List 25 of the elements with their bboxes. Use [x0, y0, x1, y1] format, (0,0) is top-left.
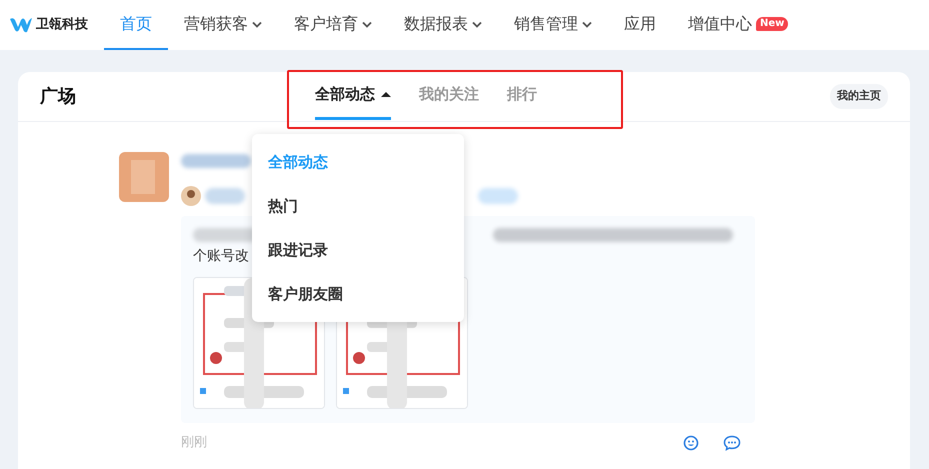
brand-name: 卫瓴科技: [36, 16, 88, 34]
user-avatar: [181, 186, 201, 206]
new-badge: New: [756, 17, 788, 31]
user-avatar: [119, 152, 169, 202]
nav-tab[interactable]: 数据报表: [388, 0, 498, 50]
post-text: 个账号改: [193, 247, 249, 266]
logo-icon: [10, 17, 32, 33]
nav-tab[interactable]: 营销获客: [168, 0, 278, 50]
nav-tab[interactable]: 增值中心 New: [672, 0, 804, 50]
nav-tab[interactable]: 销售管理: [498, 0, 608, 50]
redacted-text: [205, 188, 245, 204]
my-homepage-button[interactable]: 我的主页: [830, 84, 888, 109]
menu-item[interactable]: 客户朋友圈: [252, 272, 464, 316]
redacted-name: [181, 154, 251, 168]
menu-item[interactable]: 热门: [252, 184, 464, 228]
nav-tab[interactable]: 客户培育: [278, 0, 388, 50]
panel-title: 广场: [40, 85, 76, 109]
menu-item[interactable]: 跟进记录: [252, 228, 464, 272]
nav-tab[interactable]: 应用: [608, 0, 672, 50]
redacted-text: [478, 188, 518, 204]
emoji-icon[interactable]: [683, 434, 699, 451]
comment-icon[interactable]: [723, 434, 741, 451]
feed-tab[interactable]: 全部动态: [315, 72, 391, 120]
caret-icon: [381, 91, 391, 98]
post-time: 刚刚: [181, 434, 207, 452]
